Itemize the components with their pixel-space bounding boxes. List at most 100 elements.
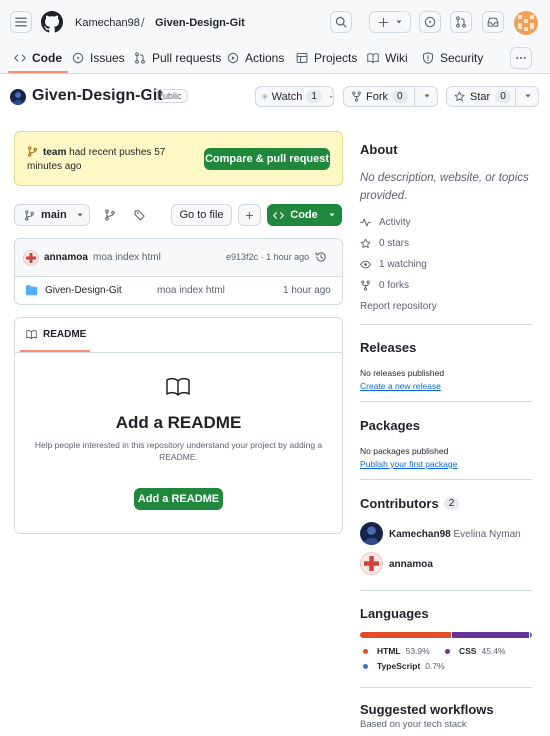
owner-link[interactable]: Kamechan98: [75, 17, 140, 29]
about-description: No description, website, or topics provi…: [360, 172, 529, 202]
branches-icon[interactable]: [104, 209, 116, 221]
tab-security[interactable]: Security: [422, 44, 483, 72]
commit-sha[interactable]: e913f2c: [226, 252, 258, 262]
repo-forked-icon: [361, 280, 370, 291]
file-name[interactable]: Given-Design-Git: [45, 285, 122, 296]
stars-link[interactable]: 0 stars: [360, 238, 409, 249]
issues-button[interactable]: [419, 11, 441, 33]
workflows-text: Based on your tech stack: [360, 719, 467, 730]
packages-text: No packages published: [360, 446, 449, 456]
repo-title[interactable]: Given-Design-Git: [32, 87, 163, 105]
avatar-photo-icon: [362, 526, 381, 545]
commit-message[interactable]: moa index html: [93, 252, 161, 263]
branch-selector[interactable]: main: [14, 204, 90, 226]
triangle-down-icon: [424, 94, 430, 98]
watch-count: 1: [306, 90, 322, 103]
add-readme-button[interactable]: Add a README: [134, 488, 223, 510]
repo-link[interactable]: Given-Design-Git: [155, 17, 245, 29]
packages-heading[interactable]: Packages: [360, 418, 420, 433]
identicon-icon: [26, 253, 36, 263]
eye-icon: [360, 260, 371, 269]
git-pull-request-icon: [456, 16, 466, 28]
tab-pull-requests[interactable]: Pull requests: [134, 44, 221, 72]
contributor-item[interactable]: Kamechan98 Evelina Nyman: [389, 529, 521, 540]
code-button[interactable]: Code: [267, 204, 342, 226]
owner-avatar[interactable]: [10, 89, 26, 105]
releases-heading[interactable]: Releases: [360, 340, 416, 355]
language-item-html[interactable]: HTML 53.9%: [363, 646, 430, 656]
report-repository-link[interactable]: Report repository: [360, 301, 437, 312]
contributors-count: 2: [443, 497, 460, 510]
readme-tab[interactable]: README: [20, 318, 90, 352]
fork-label: Fork: [366, 90, 388, 103]
language-item-typescript[interactable]: TypeScript 0.7%: [363, 661, 445, 671]
contributor-login[interactable]: Kamechan98: [389, 529, 451, 540]
push-branch-name[interactable]: team: [43, 147, 66, 158]
search-button[interactable]: [330, 11, 352, 33]
star-divider: [515, 87, 516, 106]
create-release-link[interactable]: Create a new release: [360, 381, 441, 391]
language-percent: 45.4%: [481, 646, 506, 656]
activity-label: Activity: [379, 217, 411, 228]
commit-author[interactable]: annamoa: [44, 252, 88, 263]
user-avatar[interactable]: [514, 11, 538, 35]
github-logo[interactable]: [41, 11, 63, 33]
tab-issues-label: Issues: [90, 51, 125, 65]
forks-link[interactable]: 0 forks: [360, 280, 409, 291]
publish-package-link[interactable]: Publish your first package: [360, 459, 457, 469]
language-item-css[interactable]: CSS 45.4%: [445, 646, 506, 656]
workflows-heading: Suggested workflows: [360, 702, 494, 717]
tab-wiki[interactable]: Wiki: [367, 44, 408, 72]
fork-button[interactable]: Fork 0: [343, 86, 438, 107]
language-dot: [445, 648, 450, 654]
tab-code-label: Code: [32, 51, 62, 65]
tab-projects[interactable]: Projects: [296, 44, 357, 72]
star-button[interactable]: Star 0: [446, 86, 539, 107]
triangle-down-icon: [77, 213, 83, 217]
menu-button[interactable]: [10, 11, 32, 33]
activity-link[interactable]: Activity: [360, 217, 411, 228]
tab-issues[interactable]: Issues: [72, 44, 125, 72]
repo-forked-icon: [352, 91, 361, 102]
language-dot: [363, 663, 368, 669]
readme-description: Help people interested in this repositor…: [34, 440, 323, 462]
contributor-avatar[interactable]: [360, 552, 383, 575]
go-to-file-button[interactable]: Go to file: [171, 204, 232, 226]
search-icon: [335, 16, 347, 28]
pull-requests-button[interactable]: [450, 11, 472, 33]
tab-actions[interactable]: Actions: [227, 44, 284, 72]
watch-button[interactable]: Watch 1: [255, 86, 334, 107]
book-icon: [166, 377, 190, 396]
about-heading: About: [360, 142, 398, 157]
compare-pull-request-button[interactable]: Compare & pull request: [204, 148, 330, 170]
readme-divider: [15, 352, 342, 353]
language-dot: [363, 648, 368, 654]
commit-author-avatar[interactable]: [23, 250, 39, 266]
contributor-login[interactable]: annamoa: [389, 559, 433, 570]
contributors-heading-label: Contributors: [360, 496, 439, 511]
triangle-down-icon: [329, 213, 335, 217]
shield-icon: [422, 52, 434, 64]
tab-code[interactable]: Code: [8, 44, 68, 73]
visibility-badge: Public: [151, 89, 188, 103]
tab-wiki-label: Wiki: [385, 51, 408, 65]
file-commit-message[interactable]: moa index html: [157, 285, 225, 296]
star-icon: [360, 238, 371, 249]
language-bar-segment: [530, 632, 532, 638]
more-tabs-button[interactable]: [510, 47, 532, 69]
pull-request-icon: [135, 52, 145, 64]
contributor-avatar[interactable]: [360, 522, 383, 545]
contributors-heading[interactable]: Contributors 2: [360, 496, 460, 511]
language-percent: 53.9%: [405, 646, 430, 656]
history-icon[interactable]: [315, 251, 327, 263]
watchers-link[interactable]: 1 watching: [360, 259, 427, 270]
add-file-button[interactable]: +: [238, 204, 261, 226]
plus-icon: [378, 17, 388, 27]
language-name: HTML: [377, 646, 401, 656]
create-new-button[interactable]: [369, 11, 411, 33]
tag-icon[interactable]: [134, 209, 146, 221]
eye-icon: [262, 94, 268, 99]
triangle-down-icon: [329, 95, 333, 98]
inbox-button[interactable]: [482, 11, 504, 33]
triangle-down-icon: [525, 94, 531, 98]
